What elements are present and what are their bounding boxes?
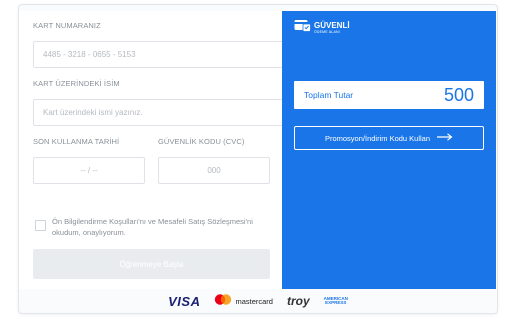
submit-button[interactable]: Öğrenmeye Başla	[33, 249, 270, 279]
mastercard-text: mastercard	[235, 296, 273, 306]
cardholder-name-label: KART ÜZERİNDEKİ İSİM	[33, 79, 120, 88]
promo-code-label: Promosyon/İndirim Kodu Kullan	[324, 133, 431, 143]
cvc-input[interactable]: 000	[158, 157, 270, 184]
total-amount: 500	[443, 84, 474, 105]
brand-subtitle: ÖDEME ALANI	[314, 29, 340, 34]
amex-line2: EXPRESS	[325, 300, 347, 305]
consent-text: Ön Bilgilendirme Koşulları'nı ve Mesafel…	[52, 217, 253, 237]
card-number-input[interactable]: 4485 - 3218 - 0655 - 5153	[33, 41, 288, 68]
amex-logo: AMERICAN EXPRESS	[324, 296, 348, 306]
payment-card: KART NUMARANIZ 4485 - 3218 - 0655 - 5153…	[18, 4, 498, 314]
payment-brands-footer: VISA mastercard troy AMERICAN EXPRESS	[19, 289, 497, 313]
total-label: Toplam Tutar	[304, 90, 354, 100]
payment-form: KART NUMARANIZ 4485 - 3218 - 0655 - 5153…	[19, 11, 288, 289]
secure-card-icon	[294, 19, 311, 37]
troy-logo: troy	[286, 294, 310, 308]
mastercard-logo: mastercard	[214, 292, 273, 310]
cvc-label: GÜVENLİK KODU (CVC)	[158, 137, 245, 146]
visa-logo: VISA	[168, 293, 201, 309]
secure-payment-brand: GÜVENLİ ÖDEME ALANI	[294, 19, 350, 37]
cardholder-name-input[interactable]: Kart üzerindeki ismi yazınız.	[33, 99, 288, 126]
expiry-label: SON KULLANMA TARİHİ	[33, 137, 120, 146]
card-number-label: KART NUMARANIZ	[33, 21, 101, 30]
arrow-right-icon	[437, 133, 453, 143]
total-amount-box: Toplam Tutar 500	[294, 81, 484, 109]
order-summary-panel: GÜVENLİ ÖDEME ALANI Toplam Tutar 500 Pro…	[282, 11, 496, 289]
promo-code-button[interactable]: Promosyon/İndirim Kodu Kullan	[294, 126, 484, 150]
mastercard-logo-icon	[214, 292, 232, 310]
brand-title: GÜVENLİ	[314, 20, 350, 30]
consent-checkbox[interactable]	[35, 220, 46, 231]
expiry-input[interactable]: -- / --	[33, 157, 145, 184]
